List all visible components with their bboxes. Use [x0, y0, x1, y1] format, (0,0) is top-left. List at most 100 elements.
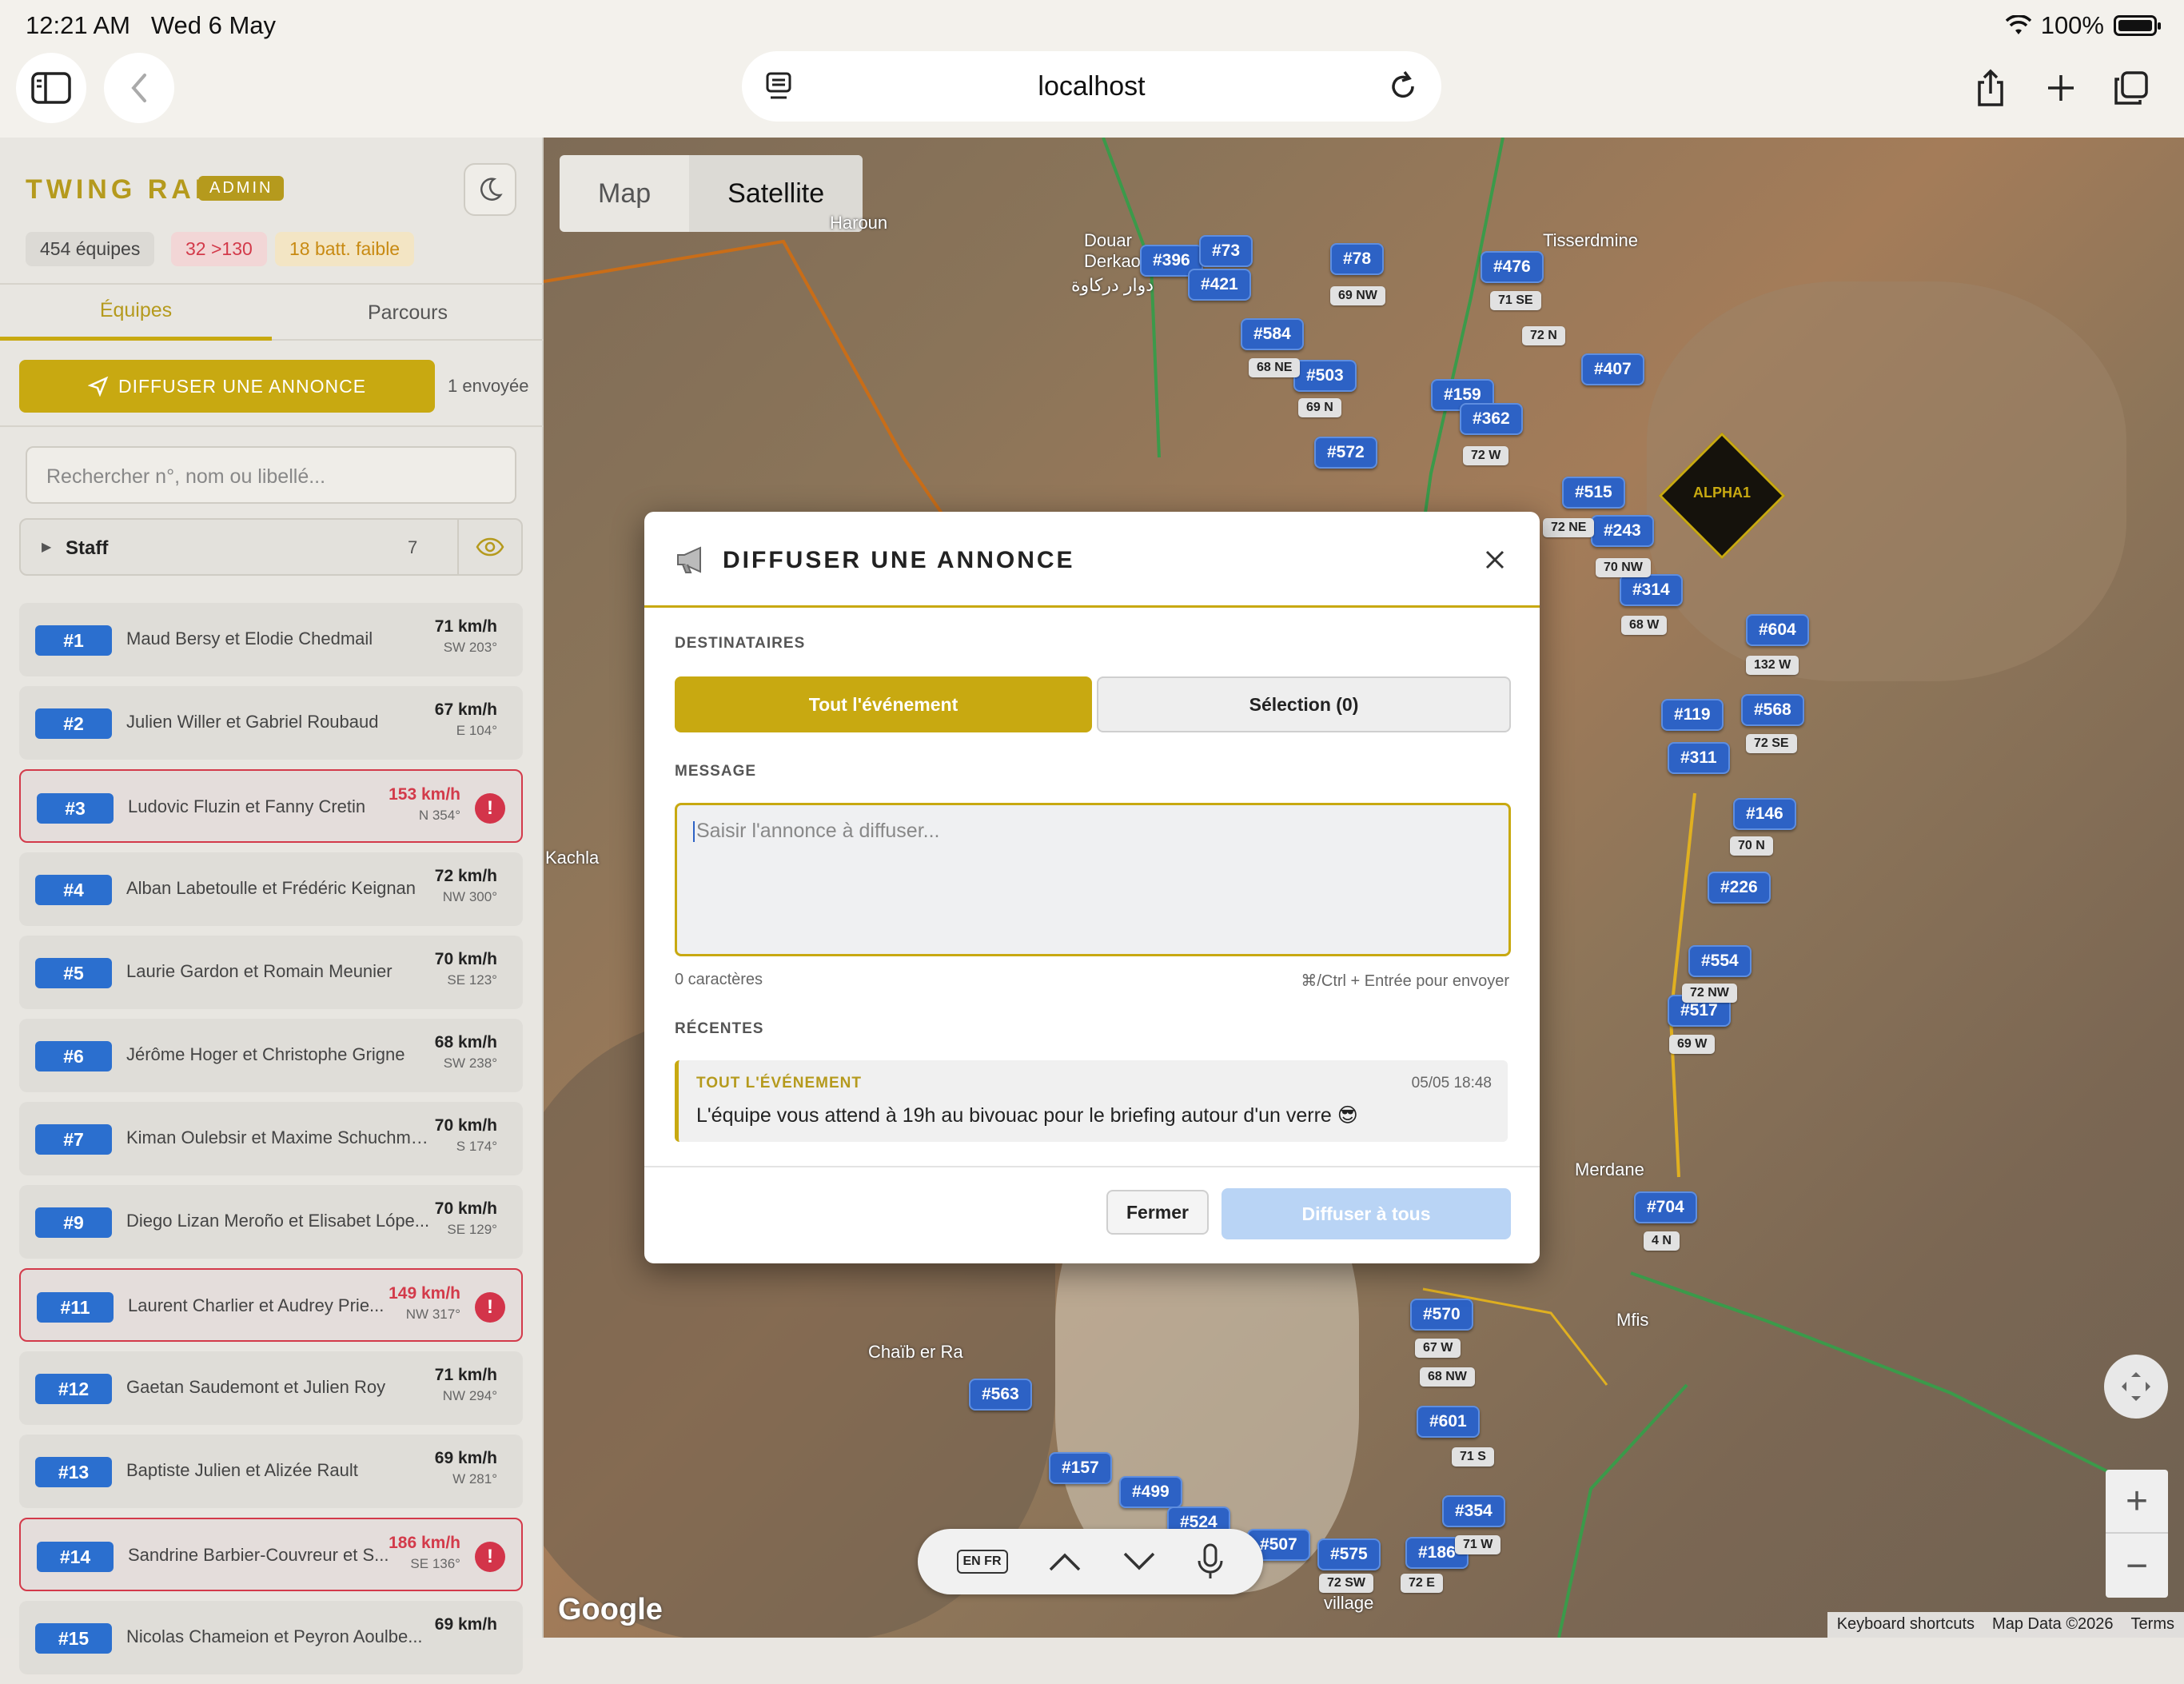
page-menu-icon[interactable] [764, 70, 793, 102]
fermer-button[interactable]: Fermer [1106, 1190, 1209, 1235]
team-row[interactable]: #5 Laurie Gardon et Romain Meunier 70 km/h… [19, 936, 523, 1009]
zoom-out-button[interactable]: − [2106, 1534, 2168, 1598]
team-number-badge: #13 [35, 1457, 112, 1487]
team-marker[interactable]: #354 [1442, 1495, 1505, 1527]
team-marker[interactable]: #314 [1620, 574, 1683, 606]
microphone-icon[interactable] [1196, 1543, 1225, 1580]
text-caret [693, 821, 695, 843]
team-name: Maud Bersy et Elodie Chedmail [126, 629, 373, 648]
team-row[interactable]: #14 Sandrine Barbier-Couvreur et S... 186 … [19, 1518, 523, 1591]
map-data-text: Map Data ©2026 [1992, 1615, 2114, 1633]
team-row[interactable]: #3 Ludovic Fluzin et Fanny Cretin 153 km/h… [19, 769, 523, 843]
team-row[interactable]: #7 Kiman Oulebsir et Maxime Schuchma... 70… [19, 1102, 523, 1175]
back-button[interactable] [104, 53, 174, 123]
speed-label: 71 W [1455, 1535, 1501, 1554]
team-row[interactable]: #6 Jérôme Hoger et Christophe Grigne 68 km… [19, 1019, 523, 1092]
team-number-badge: #7 [35, 1124, 112, 1155]
language-label: EN FR [962, 1554, 1002, 1568]
team-marker[interactable]: #476 [1481, 251, 1544, 283]
new-tab-button[interactable] [2026, 53, 2096, 123]
reload-icon[interactable] [1387, 69, 1419, 102]
team-number-badge: #5 [35, 958, 112, 988]
team-marker[interactable]: #226 [1708, 872, 1771, 904]
tab-parcours[interactable]: Parcours [272, 285, 544, 341]
team-row[interactable]: #13 Baptiste Julien et Alizée Rault 69 km/… [19, 1435, 523, 1508]
keyboard-shortcuts-link[interactable]: Keyboard shortcuts [1837, 1615, 1975, 1634]
search-input[interactable]: Rechercher n°, nom ou libellé... [26, 446, 516, 504]
team-marker[interactable]: #503 [1293, 360, 1357, 392]
share-button[interactable] [1955, 53, 2026, 123]
speed-label: 72 SE [1746, 734, 1797, 753]
terms-link[interactable]: Terms [2131, 1615, 2174, 1634]
broadcast-button[interactable]: DIFFUSER UNE ANNONCE [19, 360, 435, 413]
team-marker[interactable]: #157 [1049, 1452, 1112, 1484]
battery-icon [2114, 15, 2161, 36]
team-marker[interactable]: #572 [1314, 437, 1377, 469]
broadcast-send-button[interactable]: Diffuser à tous [1222, 1188, 1511, 1239]
tab-equipes[interactable]: Équipes [0, 285, 272, 341]
speed-label: 72 W [1463, 446, 1509, 465]
team-marker[interactable]: #362 [1460, 403, 1523, 435]
alpha-label: ALPHA1 [1692, 485, 1751, 501]
team-row[interactable]: #2 Julien Willer et Gabriel Roubaud 67 km/… [19, 686, 523, 760]
team-marker[interactable]: #407 [1581, 353, 1644, 385]
team-marker[interactable]: #78 [1330, 243, 1385, 275]
all-event-option[interactable]: Tout l'événement [675, 676, 1092, 732]
team-marker[interactable]: #601 [1417, 1406, 1480, 1438]
moon-icon [480, 178, 503, 201]
speed-label: 4 N [1644, 1231, 1680, 1251]
zoom-in-button[interactable]: + [2106, 1470, 2168, 1534]
team-marker[interactable]: #568 [1741, 694, 1804, 726]
team-marker[interactable]: #311 [1668, 742, 1730, 774]
team-speed: 71 km/h SW 203° [435, 617, 497, 656]
status-time: 12:21 AM Wed 6 May [26, 11, 276, 40]
address-bar[interactable]: localhost [742, 51, 1441, 122]
chevron-down-icon[interactable] [1122, 1550, 1157, 1573]
team-row[interactable]: #12 Gaetan Saudemont et Julien Roy 71 km/h… [19, 1351, 523, 1425]
chevron-up-icon[interactable] [1047, 1550, 1082, 1573]
team-row[interactable]: #9 Diego Lizan Meroño et Elisabet Lópe...… [19, 1185, 523, 1259]
sidebar-toggle-button[interactable] [16, 53, 86, 123]
team-marker[interactable]: #421 [1188, 269, 1251, 301]
map-attribution: Keyboard shortcuts Map Data ©2026 Terms [1827, 1612, 2184, 1638]
team-marker[interactable]: #243 [1591, 515, 1654, 547]
team-marker[interactable]: #146 [1733, 798, 1796, 830]
team-marker[interactable]: #704 [1634, 1191, 1697, 1223]
team-number-badge: #14 [37, 1542, 114, 1572]
team-row[interactable]: #11 Laurent Charlier et Audrey Prie... 149… [19, 1268, 523, 1342]
team-marker[interactable]: #570 [1410, 1299, 1473, 1331]
team-marker[interactable]: #499 [1119, 1476, 1182, 1508]
team-marker[interactable]: #119 [1661, 699, 1724, 731]
theme-toggle-button[interactable] [464, 163, 516, 216]
message-textarea[interactable]: Saisir l'annonce à diffuser... [675, 803, 1511, 956]
team-marker[interactable]: #563 [969, 1379, 1032, 1411]
speed-value: 69 km/h [434, 1615, 497, 1634]
team-marker[interactable]: #554 [1688, 945, 1752, 977]
selection-option[interactable]: Sélection (0) [1097, 676, 1511, 732]
team-marker[interactable]: #604 [1746, 614, 1809, 646]
team-row[interactable]: #1 Maud Bersy et Elodie Chedmail 71 km/h SW… [19, 603, 523, 676]
visibility-toggle-button[interactable] [457, 520, 521, 574]
speeding-badge: 32 >130 [171, 232, 267, 266]
team-marker[interactable]: #73 [1199, 235, 1253, 267]
speed-label: 68 NW [1420, 1367, 1475, 1387]
team-marker[interactable]: #575 [1317, 1538, 1381, 1570]
expand-triangle-icon[interactable]: ▶ [42, 539, 51, 555]
eye-icon [476, 537, 504, 557]
team-marker[interactable]: #515 [1562, 477, 1625, 509]
tabs-overview-button[interactable] [2096, 53, 2166, 123]
team-row[interactable]: #4 Alban Labetoulle et Frédéric Keignan 72… [19, 852, 523, 926]
team-marker[interactable]: #584 [1241, 318, 1304, 350]
heading-value: W 281° [452, 1471, 497, 1486]
language-switch-button[interactable]: EN FR [956, 1550, 1008, 1574]
map-type-map[interactable]: Map [560, 155, 689, 232]
close-button[interactable] [1479, 544, 1511, 576]
alert-icon: ! [475, 793, 505, 824]
team-speed: 70 km/h S 174° [435, 1116, 497, 1155]
recenter-button[interactable] [2104, 1355, 2168, 1419]
place-label: دوار دركاوة [1071, 275, 1154, 295]
staff-group[interactable]: ▶ Staff 7 [19, 518, 523, 576]
speed-label: 69 W [1669, 1035, 1716, 1054]
team-row[interactable]: #15 Nicolas Chameion et Peyron Aoulbe... 6… [19, 1601, 523, 1674]
dialog-header: DIFFUSER UNE ANNONCE [644, 512, 1540, 608]
